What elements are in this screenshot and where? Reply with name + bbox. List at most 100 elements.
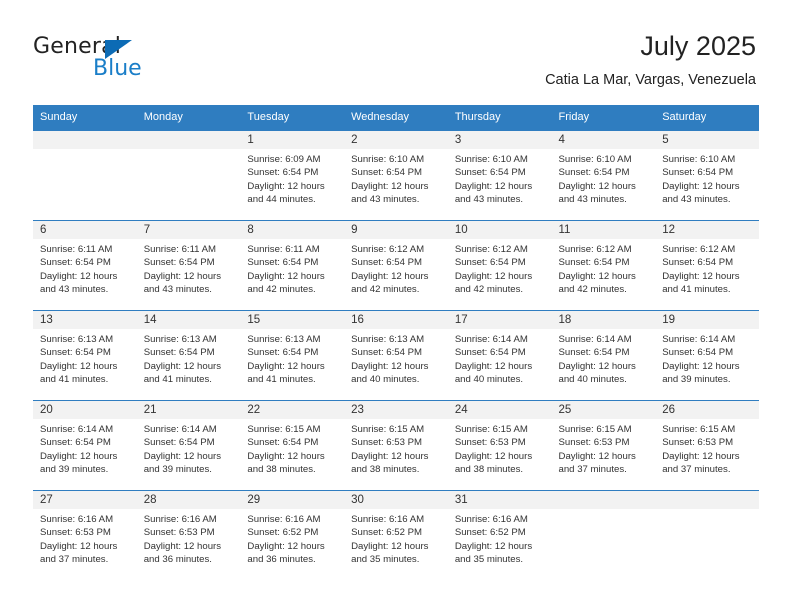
daylight-text-line2: and 35 minutes. xyxy=(351,553,420,565)
sunrise-text: Sunrise: 6:16 AM xyxy=(454,514,528,525)
sunrise-text: Sunrise: 6:15 AM xyxy=(662,424,736,435)
calendar-day-cell[interactable]: 2 Sunrise: 6:10 AM Sunset: 6:54 PM Daylight… xyxy=(344,130,448,221)
calendar-cell-inner: 28 Sunrise: 6:16 AM Sunset: 6:53 PM Dayligh… xyxy=(136,491,241,580)
calendar-cell-inner: 20 Sunrise: 6:14 AM Sunset: 6:54 PM Dayligh… xyxy=(33,401,137,490)
daylight-text-line2: and 38 minutes. xyxy=(454,463,524,475)
general-blue-logo[interactable]: General Blue xyxy=(33,36,253,82)
sunset-text: Sunset: 6:52 PM xyxy=(247,527,319,539)
day-details: Sunrise: 6:15 AM Sunset: 6:53 PM Daylight:… xyxy=(552,419,656,476)
day-number: 31 xyxy=(447,491,552,509)
daylight-text-line1: Daylight: 12 hours xyxy=(40,360,118,372)
sunrise-text: Sunrise: 6:13 AM xyxy=(351,334,425,345)
day-details: Sunrise: 6:11 AM Sunset: 6:54 PM Daylight:… xyxy=(137,239,241,296)
day-number: 24 xyxy=(447,401,552,419)
calendar-cell-inner xyxy=(551,491,656,580)
day-number: 4 xyxy=(551,131,656,149)
day-details: Sunrise: 6:10 AM Sunset: 6:54 PM Daylight:… xyxy=(655,149,759,206)
daylight-text-line1: Daylight: 12 hours xyxy=(454,180,533,192)
weekday-header-wednesday: Wednesday xyxy=(344,105,448,131)
sunset-text: Sunset: 6:52 PM xyxy=(351,527,423,539)
day-number: 17 xyxy=(447,311,552,329)
sunset-text: Sunset: 6:53 PM xyxy=(662,437,734,449)
calendar-day-cell[interactable]: 8 Sunrise: 6:11 AM Sunset: 6:54 PM Daylight… xyxy=(240,220,345,311)
calendar-cell-inner: 18 Sunrise: 6:14 AM Sunset: 6:54 PM Dayligh… xyxy=(551,311,656,400)
calendar-day-cell[interactable]: 28 Sunrise: 6:16 AM Sunset: 6:53 PM Dayligh… xyxy=(136,490,241,580)
sunrise-text: Sunrise: 6:15 AM xyxy=(454,424,528,435)
calendar-day-cell[interactable]: 3 Sunrise: 6:10 AM Sunset: 6:54 PM Daylight… xyxy=(447,130,552,221)
calendar-day-cell[interactable]: 21 Sunrise: 6:14 AM Sunset: 6:54 PM Dayligh… xyxy=(136,400,241,491)
calendar-day-cell[interactable]: 13 Sunrise: 6:13 AM Sunset: 6:54 PM Dayligh… xyxy=(33,310,137,401)
day-number: 10 xyxy=(447,221,552,239)
calendar-day-cell[interactable]: 26 Sunrise: 6:15 AM Sunset: 6:53 PM Dayligh… xyxy=(655,400,759,491)
calendar-day-cell[interactable]: 12 Sunrise: 6:12 AM Sunset: 6:54 PM Dayligh… xyxy=(655,220,759,311)
calendar-day-cell[interactable]: 27 Sunrise: 6:16 AM Sunset: 6:53 PM Dayligh… xyxy=(33,490,137,580)
daylight-text-line2: and 35 minutes. xyxy=(454,553,524,565)
calendar-cell-inner: 8 Sunrise: 6:11 AM Sunset: 6:54 PM Daylight… xyxy=(240,221,345,310)
daylight-text-line2: and 43 minutes. xyxy=(143,283,212,295)
calendar-day-cell[interactable]: 5 Sunrise: 6:10 AM Sunset: 6:54 PM Daylight… xyxy=(655,130,759,221)
daylight-text-line2: and 43 minutes. xyxy=(40,283,109,295)
calendar-day-cell[interactable]: 18 Sunrise: 6:14 AM Sunset: 6:54 PM Dayligh… xyxy=(551,310,656,401)
calendar-day-cell[interactable]: 20 Sunrise: 6:14 AM Sunset: 6:54 PM Dayligh… xyxy=(33,400,137,491)
calendar-day-cell[interactable]: 17 Sunrise: 6:14 AM Sunset: 6:54 PM Dayligh… xyxy=(447,310,552,401)
weekday-header-saturday: Saturday xyxy=(655,105,759,131)
day-details: Sunrise: 6:14 AM Sunset: 6:54 PM Daylight:… xyxy=(655,329,759,386)
sunset-text: Sunset: 6:54 PM xyxy=(247,167,319,179)
calendar-day-cell[interactable]: 16 Sunrise: 6:13 AM Sunset: 6:54 PM Dayligh… xyxy=(344,310,448,401)
day-number: 12 xyxy=(655,221,759,239)
calendar-week-row: 6 Sunrise: 6:11 AM Sunset: 6:54 PM Daylight… xyxy=(33,220,759,311)
calendar-day-cell[interactable]: 15 Sunrise: 6:13 AM Sunset: 6:54 PM Dayligh… xyxy=(240,310,345,401)
sunset-text: Sunset: 6:54 PM xyxy=(40,347,111,359)
calendar-day-cell[interactable]: 24 Sunrise: 6:15 AM Sunset: 6:53 PM Dayligh… xyxy=(447,400,552,491)
sunrise-text: Sunrise: 6:10 AM xyxy=(662,154,736,165)
page-title: July 2025 xyxy=(640,31,756,61)
daylight-text-line1: Daylight: 12 hours xyxy=(454,540,533,552)
calendar-day-cell[interactable]: 29 Sunrise: 6:16 AM Sunset: 6:52 PM Dayligh… xyxy=(240,490,345,580)
sunrise-text: Sunrise: 6:16 AM xyxy=(143,514,217,525)
calendar-day-cell[interactable]: 11 Sunrise: 6:12 AM Sunset: 6:54 PM Dayligh… xyxy=(551,220,656,311)
sunrise-text: Sunrise: 6:12 AM xyxy=(454,244,528,255)
calendar-day-cell[interactable]: 25 Sunrise: 6:15 AM Sunset: 6:53 PM Dayligh… xyxy=(551,400,656,491)
weekday-header-friday: Friday xyxy=(551,105,656,131)
calendar-day-cell[interactable]: 19 Sunrise: 6:14 AM Sunset: 6:54 PM Dayligh… xyxy=(655,310,759,401)
calendar-day-cell[interactable]: 30 Sunrise: 6:16 AM Sunset: 6:52 PM Dayligh… xyxy=(344,490,448,580)
sunrise-text: Sunrise: 6:12 AM xyxy=(351,244,425,255)
day-number: 11 xyxy=(551,221,656,239)
daylight-text-line1: Daylight: 12 hours xyxy=(247,270,325,282)
sunrise-text: Sunrise: 6:16 AM xyxy=(351,514,425,525)
daylight-text-line2: and 43 minutes. xyxy=(454,193,524,205)
day-details: Sunrise: 6:13 AM Sunset: 6:54 PM Daylight:… xyxy=(344,329,448,386)
calendar-day-cell[interactable]: 7 Sunrise: 6:11 AM Sunset: 6:54 PM Daylight… xyxy=(136,220,241,311)
day-number: 3 xyxy=(447,131,552,149)
calendar-day-cell[interactable]: 4 Sunrise: 6:10 AM Sunset: 6:54 PM Daylight… xyxy=(551,130,656,221)
calendar-cell-inner: 6 Sunrise: 6:11 AM Sunset: 6:54 PM Daylight… xyxy=(33,221,137,310)
calendar-day-cell[interactable]: 1 Sunrise: 6:09 AM Sunset: 6:54 PM Daylight… xyxy=(240,130,345,221)
calendar-day-cell[interactable]: 31 Sunrise: 6:16 AM Sunset: 6:52 PM Dayligh… xyxy=(447,490,552,580)
calendar-day-cell[interactable]: 23 Sunrise: 6:15 AM Sunset: 6:53 PM Dayligh… xyxy=(344,400,448,491)
calendar-cell-inner: 2 Sunrise: 6:10 AM Sunset: 6:54 PM Daylight… xyxy=(344,131,448,220)
day-number: 21 xyxy=(136,401,241,419)
daylight-text-line1: Daylight: 12 hours xyxy=(454,450,533,462)
daylight-text-line2: and 42 minutes. xyxy=(454,283,524,295)
calendar-day-cell[interactable]: 14 Sunrise: 6:13 AM Sunset: 6:54 PM Dayligh… xyxy=(136,310,241,401)
day-number: 30 xyxy=(344,491,448,509)
sunset-text: Sunset: 6:54 PM xyxy=(247,347,319,359)
day-details: Sunrise: 6:10 AM Sunset: 6:54 PM Daylight:… xyxy=(344,149,448,206)
day-number: 15 xyxy=(240,311,345,329)
sunrise-text: Sunrise: 6:14 AM xyxy=(662,334,736,345)
calendar-cell-inner: 7 Sunrise: 6:11 AM Sunset: 6:54 PM Daylight… xyxy=(136,221,241,310)
day-details: Sunrise: 6:12 AM Sunset: 6:54 PM Daylight:… xyxy=(655,239,759,296)
calendar-day-cell[interactable]: 6 Sunrise: 6:11 AM Sunset: 6:54 PM Daylight… xyxy=(33,220,137,311)
day-number: 14 xyxy=(136,311,241,329)
calendar-day-cell[interactable]: 9 Sunrise: 6:12 AM Sunset: 6:54 PM Daylight… xyxy=(344,220,448,311)
calendar-day-cell[interactable]: 10 Sunrise: 6:12 AM Sunset: 6:54 PM Dayligh… xyxy=(447,220,552,311)
daylight-text-line1: Daylight: 12 hours xyxy=(351,180,429,192)
calendar-day-cell[interactable]: 22 Sunrise: 6:15 AM Sunset: 6:54 PM Dayligh… xyxy=(240,400,345,491)
calendar-cell-inner: 10 Sunrise: 6:12 AM Sunset: 6:54 PM Dayligh… xyxy=(447,221,552,310)
title-block: July 2025 Catia La Mar, Vargas, Venezuel… xyxy=(545,30,756,90)
daylight-text-line2: and 38 minutes. xyxy=(351,463,420,475)
daylight-text-line2: and 37 minutes. xyxy=(40,553,109,565)
daylight-text-line2: and 43 minutes. xyxy=(662,193,731,205)
daylight-text-line2: and 42 minutes. xyxy=(247,283,316,295)
sunrise-text: Sunrise: 6:12 AM xyxy=(662,244,736,255)
